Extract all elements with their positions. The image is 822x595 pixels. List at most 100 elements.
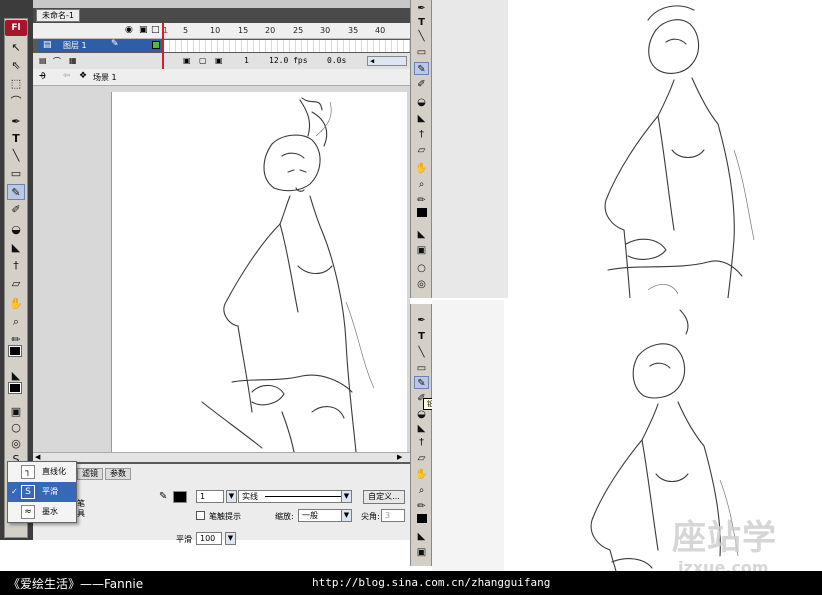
scene-icon: ❖ (79, 71, 88, 81)
scene-name[interactable]: 场景 1 (93, 72, 117, 83)
fill-color-icon[interactable]: ◣ (414, 228, 429, 241)
menu-item-straighten[interactable]: ┐ 直线化 (8, 462, 76, 482)
stroke-color-icon[interactable]: ✏ (414, 194, 429, 207)
zoom-tool-icon[interactable]: ⌕ (414, 484, 429, 497)
outline-icon[interactable]: □ (151, 25, 160, 35)
center-frame-icon[interactable]: ▣ (183, 56, 191, 65)
figure-sketch-top (604, 5, 755, 298)
timeline-scroll-left-icon[interactable]: ◀ (367, 56, 407, 66)
pen-tool-icon[interactable]: ✒ (7, 114, 25, 130)
pencil-tool-icon[interactable]: ✎ (414, 376, 429, 389)
custom-stroke-button[interactable]: 自定义... (363, 490, 405, 504)
stroke-color-chip[interactable] (173, 491, 187, 503)
pencil-tool-icon[interactable]: ✎ (414, 62, 429, 75)
line-tool-icon[interactable]: ╲ (7, 148, 25, 164)
stage-horizontal-scrollbar[interactable]: ◀ ▶ (33, 452, 410, 462)
edit-multiple-frames-icon[interactable]: ▣ (215, 56, 223, 65)
line-tool-icon[interactable]: ╲ (414, 346, 429, 359)
ink-bottle-tool-icon[interactable]: ◒ (7, 222, 25, 238)
subselection-tool-icon[interactable]: ⇖ (7, 58, 25, 74)
brush-tool-icon[interactable]: ✐ (414, 78, 429, 91)
snap-icon[interactable]: ◎ (7, 436, 25, 452)
fill-color-swatch[interactable] (8, 382, 22, 394)
swap-colors-icon[interactable]: ▣ (7, 404, 25, 420)
brush-tool-icon[interactable]: ✐ (7, 202, 25, 218)
selection-tool-icon[interactable]: ↖ (7, 40, 25, 56)
paint-bucket-tool-icon[interactable]: ◣ (7, 240, 25, 256)
pen-tool-icon[interactable]: ✒ (414, 314, 429, 327)
layer-name[interactable]: 图层 1 (37, 40, 161, 52)
paint-bucket-tool-icon[interactable]: ◣ (414, 422, 429, 435)
miter-input[interactable]: 3 (381, 509, 405, 522)
rectangle-tool-icon[interactable]: ▭ (7, 166, 25, 182)
delete-layer-icon[interactable]: ▦ (69, 56, 77, 65)
hand-tool-icon[interactable]: ✋ (414, 162, 429, 175)
eraser-tool-icon[interactable]: ▱ (7, 276, 25, 292)
hand-tool-icon[interactable]: ✋ (7, 296, 25, 312)
tools-panel: Fl ↖ ⇖ ⬚ ⌒ ✒ T ╲ ▭ ✎ ✐ ◒ ◣ † ▱ ✋ ⌕ ✏ ◣ ▣… (0, 0, 33, 540)
onion-skin-icon[interactable]: ▢ (199, 56, 207, 65)
eraser-tool-icon[interactable]: ▱ (414, 144, 429, 157)
tab-filters[interactable]: 滤镜 (77, 468, 103, 480)
add-guide-icon[interactable]: ⌒ (53, 56, 61, 67)
zoom-tool-icon[interactable]: ⌕ (414, 178, 429, 191)
menu-item-ink[interactable]: ≈ 墨水 (8, 502, 76, 522)
swap-colors-icon[interactable]: ▣ (414, 244, 429, 257)
stroke-color-swatch[interactable] (8, 345, 22, 357)
free-transform-tool-icon[interactable]: ⬚ (7, 76, 25, 92)
add-layer-icon[interactable]: ▤ (39, 56, 47, 65)
frame-number: 35 (348, 26, 359, 35)
line-tool-icon[interactable]: ╲ (414, 30, 429, 43)
stroke-height-dropdown-icon[interactable]: ▼ (226, 490, 237, 503)
eyedropper-tool-icon[interactable]: † (414, 128, 429, 141)
zoom-tool-icon[interactable]: ⌕ (7, 314, 25, 330)
text-tool-icon[interactable]: T (7, 131, 25, 147)
eye-icon[interactable]: ◉ (125, 25, 133, 35)
edit-bar-icon[interactable]: ⨮ (39, 71, 46, 82)
scroll-left-icon[interactable]: ◀ (35, 453, 40, 461)
document-tab[interactable]: 未命名-1 (36, 9, 80, 22)
swap-colors-icon[interactable]: ▣ (414, 546, 429, 559)
snap-icon[interactable]: ◎ (414, 278, 429, 291)
menu-item-label: 平滑 (42, 487, 58, 496)
hand-tool-icon[interactable]: ✋ (414, 468, 429, 481)
check-icon: ✓ (11, 487, 18, 496)
smooth-input[interactable]: 100 (196, 532, 222, 545)
lock-icon[interactable]: ▣ (139, 25, 148, 35)
current-frame: 1 (244, 56, 249, 65)
eyedropper-tool-icon[interactable]: † (7, 258, 25, 274)
pen-tool-icon[interactable]: ✒ (414, 2, 429, 15)
fill-color-icon[interactable]: ◣ (414, 530, 429, 543)
eyedropper-tool-icon[interactable]: † (414, 436, 429, 449)
ink-bottle-tool-icon[interactable]: ◒ (414, 96, 429, 109)
fill-color-icon[interactable]: ◣ (7, 368, 25, 384)
object-drawing-icon[interactable]: ○ (414, 262, 429, 275)
object-drawing-icon[interactable]: ○ (7, 420, 25, 436)
text-tool-icon[interactable]: T (414, 16, 429, 29)
stroke-height-input[interactable]: 1 (196, 490, 224, 503)
tab-parameters[interactable]: 参数 (105, 468, 131, 480)
scale-dropdown-icon[interactable]: ▼ (341, 509, 352, 522)
stroke-hinting-checkbox[interactable] (196, 511, 205, 520)
lasso-tool-icon[interactable]: ⌒ (7, 94, 25, 110)
pencil-tool-icon[interactable]: ✎ (7, 184, 25, 200)
stroke-color-icon[interactable]: ✏ (414, 500, 429, 513)
eraser-tool-icon[interactable]: ▱ (414, 452, 429, 465)
paint-bucket-tool-icon[interactable]: ◣ (414, 112, 429, 125)
scale-select[interactable]: 一般 (298, 509, 342, 522)
frame-strip[interactable] (164, 40, 410, 52)
text-tool-icon[interactable]: T (414, 330, 429, 343)
stroke-style-dropdown-icon[interactable]: ▼ (341, 490, 352, 503)
menu-item-smooth[interactable]: ✓ S 平滑 (8, 482, 76, 502)
stage-canvas[interactable] (111, 92, 407, 452)
rectangle-tool-icon[interactable]: ▭ (414, 46, 429, 59)
scroll-right-icon[interactable]: ▶ (397, 453, 402, 461)
rectangle-tool-icon[interactable]: ▭ (414, 362, 429, 375)
smooth-dropdown-icon[interactable]: ▼ (225, 532, 236, 545)
stroke-color-swatch[interactable] (417, 208, 427, 217)
stroke-color-swatch[interactable] (417, 514, 427, 523)
stroke-style-select[interactable]: 实线 (238, 490, 348, 503)
playhead[interactable] (162, 23, 169, 69)
back-arrow-icon[interactable]: ⇦ (63, 71, 71, 81)
layer-color-icon[interactable] (152, 41, 160, 49)
